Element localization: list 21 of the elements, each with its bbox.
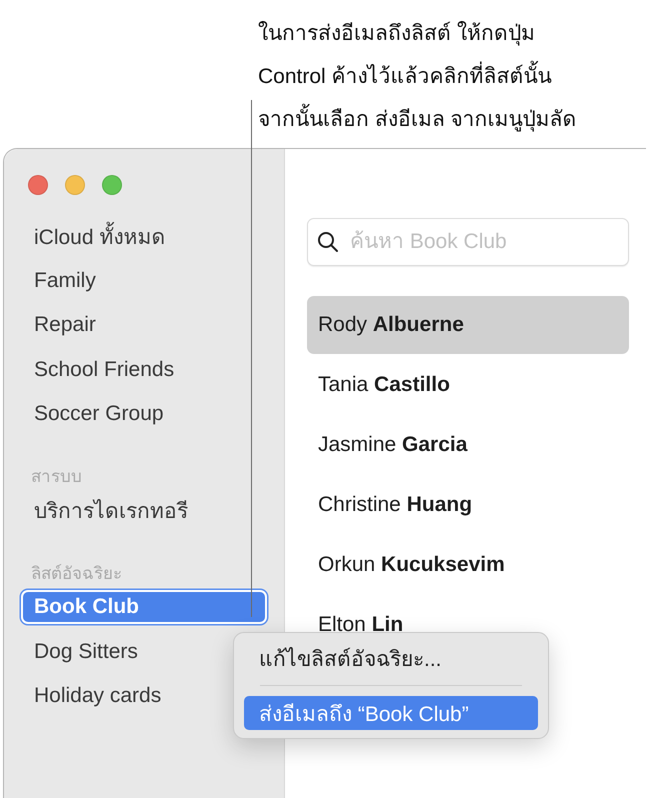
- sidebar-item[interactable]: Book Club: [23, 592, 265, 622]
- sidebar-item[interactable]: บริการไดเรกทอรี: [23, 496, 265, 526]
- sidebar-item[interactable]: Repair: [23, 310, 265, 340]
- menu-item[interactable]: แก้ไขลิสต์อัจฉริยะ...: [244, 641, 538, 675]
- contact-row[interactable]: Tania Castillo: [307, 356, 629, 414]
- zoom-icon[interactable]: [102, 175, 122, 195]
- contact-row[interactable]: Rody Albuerne: [307, 296, 629, 354]
- contact-row[interactable]: Orkun Kucuksevim: [307, 536, 629, 594]
- contact-row[interactable]: Christine Huang: [307, 476, 629, 534]
- section-header: สารบบ: [30, 466, 83, 488]
- section-header: ลิสต์อัจฉริยะ: [30, 562, 123, 584]
- sidebar-item[interactable]: iCloud ทั้งหมด: [23, 221, 265, 252]
- menu-item[interactable]: ส่งอีเมลถึง “Book Club”: [244, 696, 538, 730]
- sidebar-item[interactable]: School Friends: [23, 354, 265, 385]
- close-icon[interactable]: [28, 175, 48, 195]
- search-field[interactable]: ค้นหา Book Club: [307, 218, 629, 266]
- minimize-icon[interactable]: [65, 175, 85, 195]
- sidebar-item[interactable]: Soccer Group: [23, 399, 265, 430]
- contact-row[interactable]: Jasmine Garcia: [307, 416, 629, 474]
- sidebar-item[interactable]: Family: [23, 266, 265, 296]
- callout-text: ในการส่งอีเมลถึงลิสต์ ให้กดปุ่ม Control ค้างไว้แล้วคลิกที่ลิสต์นั้น จากนั้นเลือก ส่งอีเมล จากเมนูปุ่มลัด: [258, 20, 578, 134]
